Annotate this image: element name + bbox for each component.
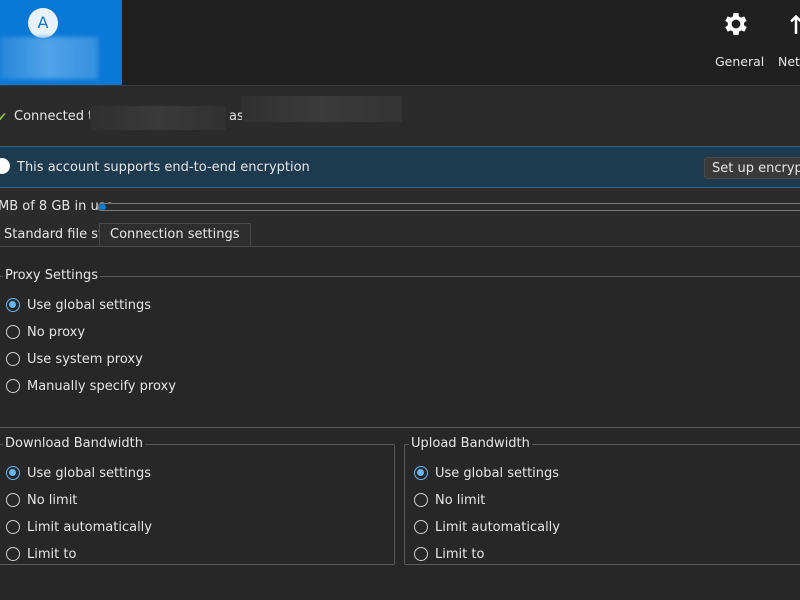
connected-to-label: Connected to [14, 109, 102, 124]
redacted-account-name [0, 37, 98, 79]
proxy-settings-group: Proxy Settings Use global settings No pr… [0, 268, 800, 428]
storage-usage-bar [98, 203, 800, 211]
download-option-no-limit[interactable]: No limit [6, 490, 77, 510]
general-label: General [715, 54, 765, 69]
proxy-option-manual[interactable]: Manually specify proxy [6, 376, 176, 396]
download-bandwidth-group: Download Bandwidth Use global settings N… [0, 436, 395, 565]
storage-usage-text: MB of 8 GB in use [0, 199, 114, 214]
proxy-option-none[interactable]: No proxy [6, 322, 85, 342]
proxy-option-system[interactable]: Use system proxy [6, 349, 143, 369]
radio-button[interactable] [414, 493, 428, 507]
gear-icon[interactable] [721, 9, 751, 39]
upload-bandwidth-title: Upload Bandwidth [409, 436, 532, 451]
radio-button[interactable] [6, 379, 20, 393]
avatar: A [28, 8, 58, 38]
radio-label: Limit automatically [435, 519, 560, 535]
network-icon[interactable] [786, 9, 800, 39]
radio-label: No limit [435, 492, 486, 508]
radio-label: No proxy [27, 324, 86, 340]
redacted-server [90, 106, 226, 130]
network-label: Network [778, 54, 800, 69]
radio-label: Limit to [27, 546, 77, 562]
radio-button[interactable] [414, 520, 428, 534]
setup-encryption-button[interactable]: Set up encryption [704, 157, 800, 179]
radio-button[interactable] [414, 547, 428, 561]
upload-option-global[interactable]: Use global settings [414, 463, 559, 483]
radio-label: Use global settings [27, 465, 152, 481]
tab-connection-settings[interactable]: Connection settings [99, 223, 251, 248]
top-toolbar: A General Network [0, 0, 800, 85]
e2e-text: This account supports end-to-end encrypt… [17, 160, 310, 175]
radio-button[interactable] [6, 325, 20, 339]
proxy-option-global[interactable]: Use global settings [6, 295, 151, 315]
upload-option-limit-to[interactable]: Limit to [414, 544, 484, 564]
upload-option-auto[interactable]: Limit automatically [414, 517, 560, 537]
radio-label: Limit to [435, 546, 485, 562]
radio-button[interactable] [6, 466, 20, 480]
download-option-auto[interactable]: Limit automatically [6, 517, 152, 537]
redacted-user [242, 96, 402, 122]
radio-button[interactable] [6, 493, 20, 507]
toolbar-divider [0, 85, 800, 86]
radio-button[interactable] [6, 547, 20, 561]
radio-button[interactable] [6, 298, 20, 312]
upload-bandwidth-group: Upload Bandwidth Use global settings No … [404, 436, 800, 565]
download-option-global[interactable]: Use global settings [6, 463, 151, 483]
storage-usage-fill [99, 204, 107, 210]
download-bandwidth-title: Download Bandwidth [3, 436, 145, 451]
proxy-settings-title: Proxy Settings [3, 268, 101, 283]
account-tile[interactable]: A [0, 0, 122, 85]
radio-label: Use global settings [435, 465, 560, 481]
check-icon: ✔ [0, 110, 8, 124]
radio-button[interactable] [414, 466, 428, 480]
radio-label: Manually specify proxy [27, 378, 176, 394]
radio-label: Use global settings [27, 297, 152, 313]
radio-label: Use system proxy [27, 351, 143, 367]
radio-button[interactable] [6, 520, 20, 534]
radio-button[interactable] [6, 352, 20, 366]
download-option-limit-to[interactable]: Limit to [6, 544, 76, 564]
upload-option-no-limit[interactable]: No limit [414, 490, 485, 510]
radio-label: Limit automatically [27, 519, 152, 535]
connection-settings-panel: Proxy Settings Use global settings No pr… [0, 247, 800, 600]
radio-label: No limit [27, 492, 78, 508]
